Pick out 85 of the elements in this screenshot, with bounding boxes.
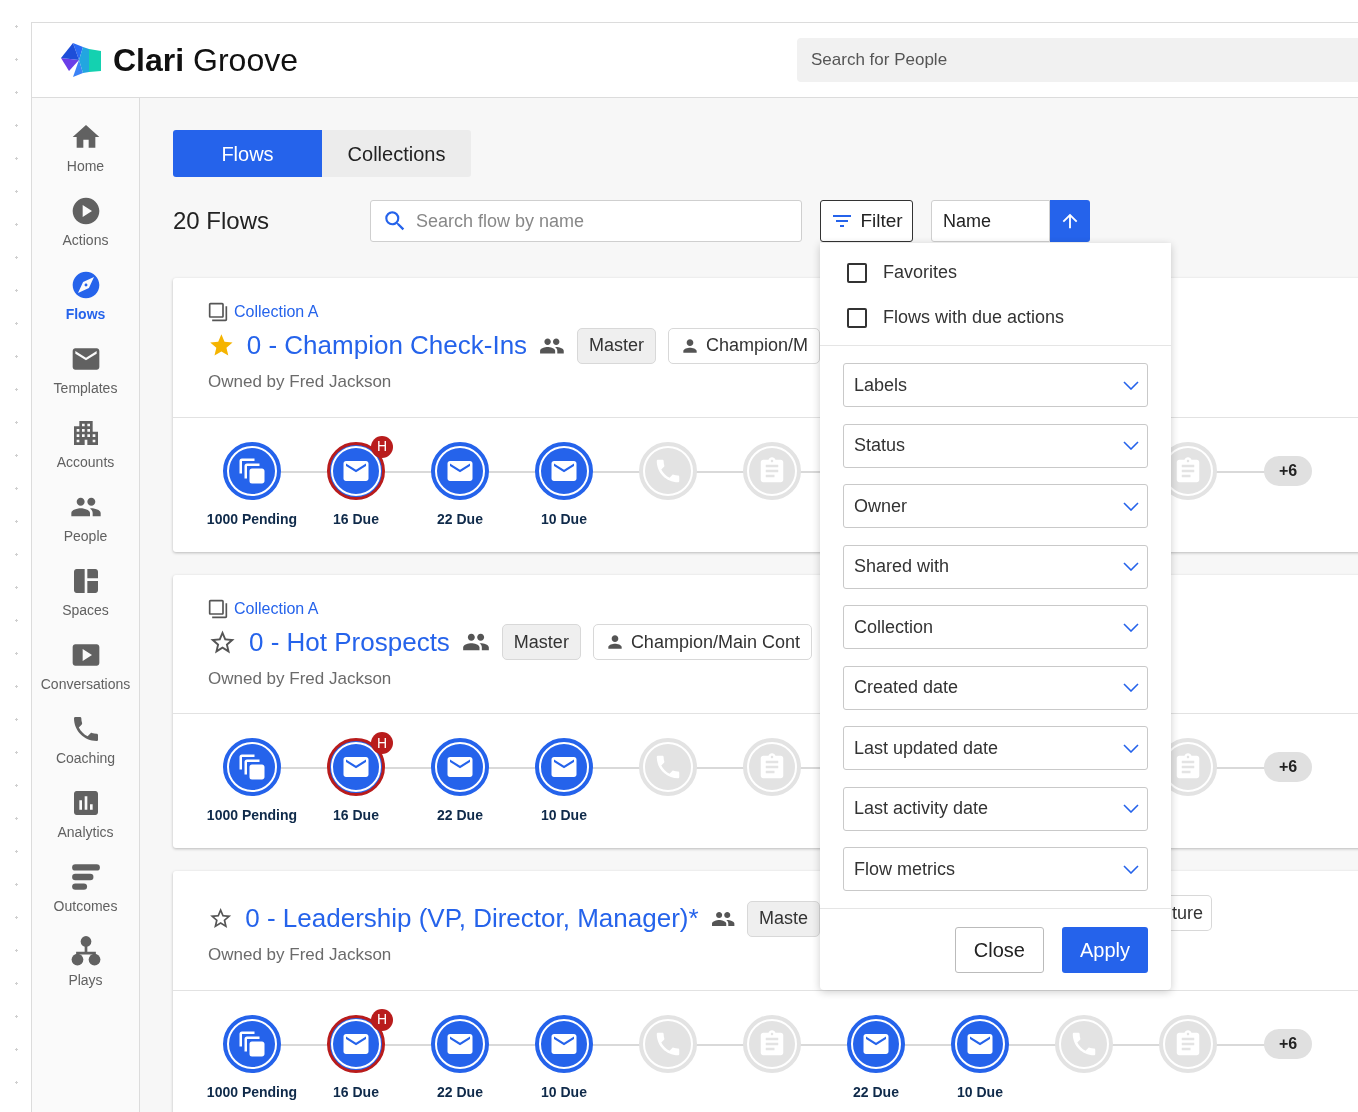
owner-text: Owned by Fred Jackson [208, 667, 392, 690]
flow-title[interactable]: 0 - Champion Check-Ins [246, 326, 528, 365]
checkbox-option[interactable]: Favorites [847, 259, 1171, 286]
chevron-down-icon [1123, 380, 1139, 390]
chevron-down-icon [1123, 501, 1139, 511]
tag: Master [501, 624, 581, 660]
sidebar-item[interactable]: Analytics [32, 778, 139, 852]
step-label: 16 Due [333, 1082, 379, 1102]
dropdown[interactable]: Status [843, 423, 1148, 468]
sidebar-item[interactable]: Conversations [32, 630, 139, 704]
sort-direction-button[interactable] [1050, 200, 1090, 242]
stack-icon [237, 752, 267, 782]
sidebar-item[interactable]: Templates [32, 334, 139, 408]
step-label: 16 Due [333, 806, 379, 825]
step-label: 16 Due [333, 509, 379, 529]
sidebar-item[interactable]: Plays [32, 926, 139, 1000]
owner-text: Owned by Fred Jackson [208, 944, 392, 966]
step-label: 10 Due [541, 1082, 587, 1102]
checkbox[interactable] [847, 307, 867, 328]
checkbox[interactable] [847, 262, 867, 283]
tag: ture [1171, 895, 1212, 931]
step-label: 1000 Pending [206, 806, 298, 825]
search-field[interactable]: Search for People [797, 38, 1358, 82]
dropdown[interactable]: Created date [843, 665, 1148, 710]
tag: Master [576, 327, 656, 364]
badge: H [371, 435, 393, 458]
dropdown[interactable]: Owner [843, 484, 1148, 528]
sidebar-item[interactable]: Outcomes [32, 852, 139, 926]
search-field[interactable]: Search flow by name [370, 200, 802, 242]
flow-title[interactable]: 0 - Hot Prospects [249, 622, 450, 662]
sidebar-item[interactable]: Accounts [32, 408, 139, 482]
badge: H [371, 732, 393, 754]
tag: Champion/Main Cont [592, 624, 812, 660]
flow-count: 20 Flows [173, 206, 271, 236]
sidebar-item[interactable]: People [32, 482, 139, 556]
badge: H [371, 1008, 393, 1031]
checkbox-option[interactable]: Flows with due actions [847, 304, 1171, 331]
filter-button[interactable]: Filter [820, 200, 913, 242]
step-label: 10 Due [541, 806, 587, 825]
chevron-down-icon [1123, 683, 1139, 692]
step-label: 10 Due [957, 1082, 1003, 1102]
chevron-down-icon [1123, 562, 1139, 571]
step-label: 22 Due [437, 509, 483, 529]
bars-icon [69, 861, 102, 893]
close-button[interactable]: Close [954, 927, 1044, 973]
step-label: 1000 Pending [206, 1082, 298, 1102]
more-pill[interactable]: +6 [1264, 752, 1312, 782]
dropdown[interactable]: Shared with [843, 544, 1148, 589]
step-label: 10 Due [541, 509, 587, 529]
dropdown[interactable]: Flow metrics [843, 847, 1148, 891]
step-label: 22 Due [437, 1082, 483, 1102]
chevron-down-icon [1123, 441, 1139, 450]
tab[interactable]: Collections [322, 130, 471, 177]
tag: Champion/M [667, 327, 820, 364]
chevron-down-icon [1123, 622, 1139, 632]
dropdown[interactable]: Collection [843, 605, 1148, 649]
sidebar-item[interactable]: Spaces [32, 556, 139, 630]
tag: Maste [746, 900, 820, 937]
collection-link[interactable]: Collection A [234, 300, 319, 324]
sidebar-item[interactable]: Coaching [32, 704, 139, 778]
owner-text: Owned by Fred Jackson [208, 371, 392, 393]
more-pill[interactable]: +6 [1264, 1028, 1312, 1059]
step-label: 22 Due [853, 1082, 899, 1102]
sidebar-item[interactable]: Flows [32, 260, 139, 334]
flow-title[interactable]: 0 - Leadership (VP, Director, Manager)* [245, 899, 699, 938]
collection-icon [208, 302, 228, 322]
sidebar-item[interactable]: Actions [32, 186, 139, 260]
tree-icon [69, 935, 102, 967]
more-pill[interactable]: +6 [1264, 455, 1312, 486]
chevron-down-icon [1123, 743, 1139, 753]
step-label: 22 Due [437, 806, 483, 825]
logo-icon [59, 41, 103, 79]
tab[interactable]: Flows [173, 130, 322, 177]
collection-icon [208, 598, 228, 619]
brand-name: Clari Groove [113, 41, 298, 80]
dropdown[interactable]: Last activity date [843, 786, 1148, 831]
chevron-down-icon [1123, 804, 1139, 813]
dropdown[interactable]: Last updated date [843, 726, 1148, 770]
chevron-down-icon [1123, 864, 1139, 874]
sort-field[interactable]: Name [931, 200, 1050, 242]
collection-link[interactable]: Collection A [234, 596, 319, 621]
step-label: 1000 Pending [206, 509, 298, 529]
apply-button[interactable]: Apply [1061, 927, 1148, 973]
dropdown[interactable]: Labels [843, 363, 1148, 407]
sidebar-item[interactable]: Home [32, 112, 139, 186]
